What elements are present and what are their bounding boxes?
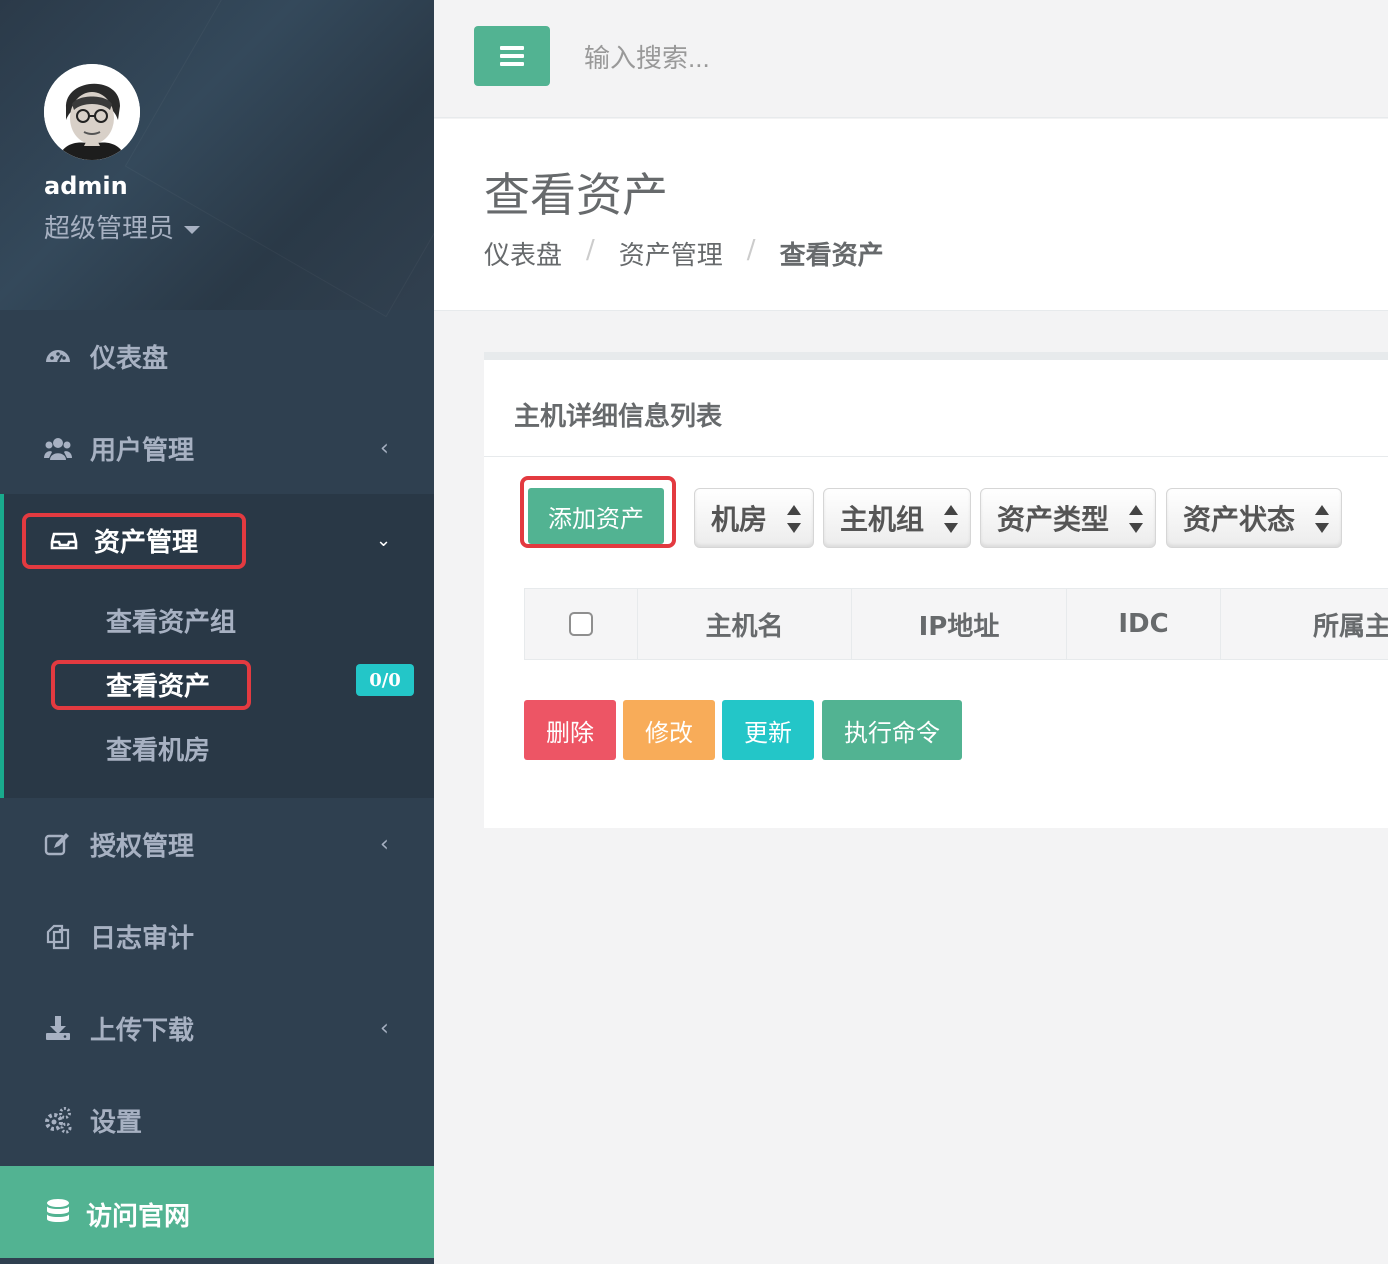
nav-label-audit: 日志审计: [90, 923, 195, 954]
nav-item-transfer[interactable]: 上传下载 ‹: [0, 982, 434, 1074]
database-icon: [44, 1198, 72, 1226]
filter-idc-select[interactable]: 机房: [694, 488, 814, 548]
nav-label-transfer: 上传下载: [90, 1015, 195, 1046]
select-arrows-icon: [1315, 505, 1329, 533]
column-header-ip[interactable]: IP地址: [852, 589, 1067, 659]
panel-title: 主机详细信息列表: [514, 402, 723, 432]
filter-type-select[interactable]: 资产类型: [980, 488, 1156, 548]
gears-icon: [44, 1106, 72, 1134]
avatar[interactable]: [44, 64, 140, 160]
asset-count-badge: 0/0: [356, 664, 414, 696]
chevron-left-icon: ‹: [380, 831, 389, 857]
avatar-image: [44, 64, 140, 160]
select-arrows-icon: [787, 505, 801, 533]
filter-status-select[interactable]: 资产状态: [1166, 488, 1342, 548]
user-role-label: 超级管理员: [44, 214, 175, 244]
nav-item-audit[interactable]: 日志审计: [0, 890, 434, 982]
submenu-item-asset-groups[interactable]: 查看资产组: [106, 602, 236, 639]
column-header-idc[interactable]: IDC: [1067, 589, 1221, 659]
execute-command-button[interactable]: 执行命令: [822, 700, 962, 760]
search-input[interactable]: [584, 36, 1084, 80]
top-navbar: [434, 0, 1388, 118]
edit-button[interactable]: 修改: [623, 700, 715, 760]
nav-label-users: 用户管理: [90, 435, 195, 466]
breadcrumb-item-assets[interactable]: 资产管理: [619, 235, 723, 272]
user-role-dropdown[interactable]: 超级管理员: [44, 208, 201, 245]
filter-idc-label: 机房: [711, 503, 768, 536]
edit-icon: [44, 830, 72, 858]
caret-down-icon: [184, 225, 201, 234]
files-icon: [44, 922, 72, 950]
host-list-panel: 主机详细信息列表 添加资产 机房 主机组 资产类型 资产状态 主机名 IP地址 …: [484, 352, 1388, 828]
breadcrumb-separator: /: [746, 235, 756, 265]
select-all-checkbox[interactable]: [569, 612, 593, 636]
panel-divider: [484, 456, 1388, 457]
breadcrumb-item-current: 查看资产: [779, 241, 884, 271]
select-arrows-icon: [1129, 505, 1143, 533]
menu-toggle-button[interactable]: [474, 26, 550, 86]
users-icon: [44, 434, 72, 462]
chevron-left-icon: ‹: [380, 435, 389, 461]
profile-header: admin 超级管理员: [0, 0, 434, 310]
page-title: 查看资产: [484, 168, 668, 222]
hamburger-icon: [500, 46, 524, 66]
nav-label-permissions: 授权管理: [90, 831, 195, 862]
filter-status-label: 资产状态: [1183, 503, 1296, 536]
nav-item-dashboard[interactable]: 仪表盘: [0, 310, 434, 402]
breadcrumb-item-dashboard[interactable]: 仪表盘: [484, 235, 562, 272]
user-name: admin: [44, 172, 128, 200]
nav-item-visit-site[interactable]: 访问官网: [0, 1166, 434, 1258]
nav-label-dashboard: 仪表盘: [90, 343, 169, 374]
column-header-owner[interactable]: 所属主: [1221, 589, 1388, 659]
highlight-box-view-assets: [51, 660, 251, 710]
nav-item-settings[interactable]: 设置: [0, 1074, 434, 1166]
column-header-hostname[interactable]: 主机名: [638, 589, 852, 659]
page-heading: 查看资产 仪表盘 / 资产管理 / 查看资产: [434, 119, 1388, 311]
highlight-box-add-asset: [520, 476, 676, 548]
highlight-box-assets: [22, 513, 246, 569]
breadcrumb-separator: /: [586, 235, 595, 265]
sidebar: admin 超级管理员 仪表盘 用户管理 ‹ 资产管理 ⌄ 查看资产组 查看资产…: [0, 0, 434, 1264]
submenu-item-idc[interactable]: 查看机房: [106, 730, 210, 767]
filter-group-select[interactable]: 主机组: [823, 488, 971, 548]
select-arrows-icon: [944, 505, 958, 533]
nav-item-users[interactable]: 用户管理 ‹: [0, 402, 434, 494]
select-all-cell: [525, 589, 638, 659]
nav-item-permissions[interactable]: 授权管理 ‹: [0, 798, 434, 890]
delete-button[interactable]: 删除: [524, 700, 616, 760]
update-button[interactable]: 更新: [722, 700, 814, 760]
nav-label-visit-site: 访问官网: [86, 1202, 191, 1232]
breadcrumb: 仪表盘 / 资产管理 / 查看资产: [484, 235, 884, 272]
filter-type-label: 资产类型: [997, 503, 1110, 536]
chevron-left-icon: ‹: [380, 1015, 389, 1041]
host-table-header: 主机名 IP地址 IDC 所属主: [524, 588, 1388, 660]
download-icon: [44, 1014, 72, 1042]
filter-group-label: 主机组: [840, 503, 925, 536]
nav-label-settings: 设置: [90, 1107, 143, 1138]
chevron-down-icon: ⌄: [376, 529, 392, 551]
dashboard-icon: [44, 342, 72, 370]
